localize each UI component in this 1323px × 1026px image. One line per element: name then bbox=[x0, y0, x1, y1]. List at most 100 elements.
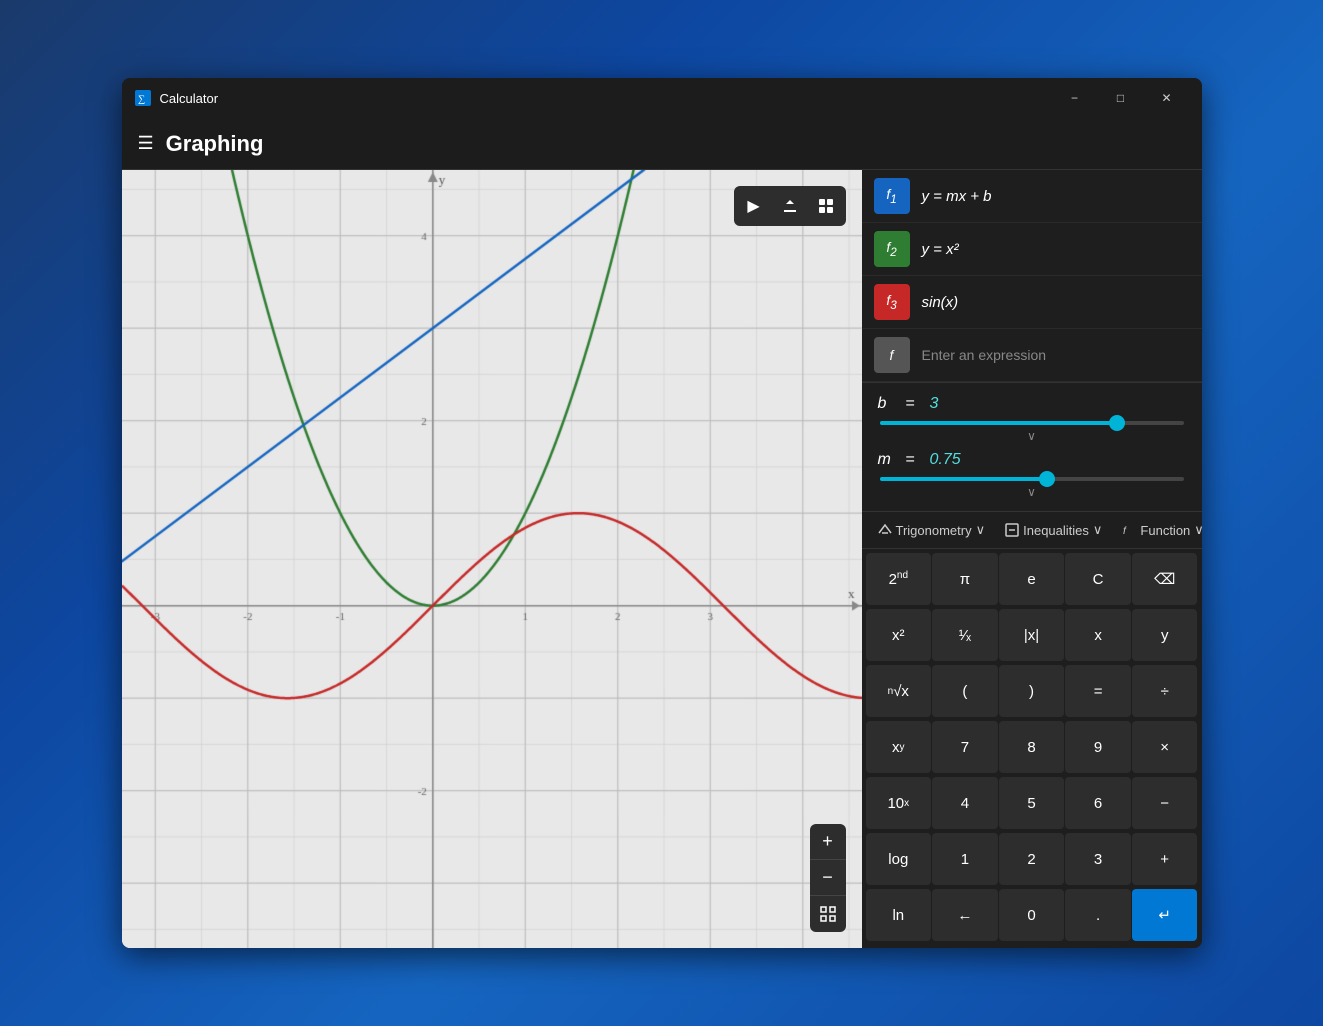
function-item-3[interactable]: f3 sin(x) bbox=[862, 276, 1202, 329]
tab-trigonometry[interactable]: Trigonometry ∨ bbox=[870, 518, 994, 542]
app-header: ☰ Graphing bbox=[122, 118, 1202, 170]
slider-m-thumb[interactable] bbox=[1039, 471, 1055, 487]
keypad-grid: 2nd π e C ⌫ x² ¹⁄ₓ |x| x y n√x ( ) = ÷ x… bbox=[862, 549, 1202, 948]
tab-inequalities-label: Inequalities bbox=[1023, 523, 1089, 538]
var-b-value: 3 bbox=[930, 395, 970, 413]
key-subtract[interactable]: − bbox=[1132, 777, 1198, 829]
graph-canvas[interactable] bbox=[122, 170, 862, 948]
main-content: ▶ + − bbox=[122, 170, 1202, 948]
function-badge-1: f1 bbox=[874, 178, 910, 214]
key-rparen[interactable]: ) bbox=[999, 665, 1065, 717]
key-nthroot[interactable]: n√x bbox=[866, 665, 932, 717]
key-enter[interactable]: ↵ bbox=[1132, 889, 1198, 941]
functions-list: f1 y = mx + b f2 y = x² f3 sin(x) bbox=[862, 170, 1202, 383]
cursor-tool-button[interactable]: ▶ bbox=[738, 190, 770, 222]
var-m-equals: = bbox=[906, 451, 922, 469]
key-left[interactable]: ← bbox=[932, 889, 998, 941]
key-clear[interactable]: C bbox=[1065, 553, 1131, 605]
function-expr-3: sin(x) bbox=[922, 294, 959, 311]
app-icon: ∑ bbox=[134, 89, 152, 107]
tab-trigonometry-chevron: ∨ bbox=[976, 522, 986, 538]
key-e[interactable]: e bbox=[999, 553, 1065, 605]
zoom-controls: + − bbox=[810, 824, 846, 932]
zoom-in-button[interactable]: + bbox=[810, 824, 846, 860]
function-badge-enter: f bbox=[874, 337, 910, 373]
share-tool-button[interactable] bbox=[774, 190, 806, 222]
function-item-2[interactable]: f2 y = x² bbox=[862, 223, 1202, 276]
tab-inequalities-chevron: ∨ bbox=[1093, 522, 1103, 538]
graph-area: ▶ + − bbox=[122, 170, 862, 948]
page-title: Graphing bbox=[166, 131, 264, 157]
hamburger-icon[interactable]: ☰ bbox=[138, 133, 154, 154]
tab-trigonometry-label: Trigonometry bbox=[896, 523, 972, 538]
key-2nd[interactable]: 2nd bbox=[866, 553, 932, 605]
key-log[interactable]: log bbox=[866, 833, 932, 885]
variable-b-row: b = 3 bbox=[878, 395, 1186, 413]
slider-b-container[interactable] bbox=[878, 421, 1186, 425]
key-lparen[interactable]: ( bbox=[932, 665, 998, 717]
function-expr-1: y = mx + b bbox=[922, 188, 992, 205]
key-reciprocal[interactable]: ¹⁄ₓ bbox=[932, 609, 998, 661]
slider-b-chevron[interactable]: ∨ bbox=[878, 429, 1186, 443]
window-controls: − □ ✕ bbox=[1052, 82, 1190, 114]
right-panel: f1 y = mx + b f2 y = x² f3 sin(x) bbox=[862, 170, 1202, 948]
function-item-enter[interactable]: f Enter an expression bbox=[862, 329, 1202, 382]
key-0[interactable]: 0 bbox=[999, 889, 1065, 941]
key-2[interactable]: 2 bbox=[999, 833, 1065, 885]
variables-section: b = 3 ∨ m = 0.75 bbox=[862, 383, 1202, 512]
main-window: ∑ Calculator − □ ✕ ☰ Graphing ▶ bbox=[122, 78, 1202, 948]
tab-function-label: Function bbox=[1140, 523, 1190, 538]
slider-m-container[interactable] bbox=[878, 477, 1186, 481]
svg-text:f: f bbox=[1123, 526, 1127, 537]
key-multiply[interactable]: × bbox=[1132, 721, 1198, 773]
var-m-value: 0.75 bbox=[930, 451, 970, 469]
var-m-label: m bbox=[878, 451, 898, 469]
key-8[interactable]: 8 bbox=[999, 721, 1065, 773]
key-4[interactable]: 4 bbox=[932, 777, 998, 829]
window-title: Calculator bbox=[160, 91, 1052, 106]
slider-m-chevron[interactable]: ∨ bbox=[878, 485, 1186, 499]
key-7[interactable]: 7 bbox=[932, 721, 998, 773]
key-backspace[interactable]: ⌫ bbox=[1132, 553, 1198, 605]
key-y[interactable]: y bbox=[1132, 609, 1198, 661]
fit-button[interactable] bbox=[810, 896, 846, 932]
function-item-1[interactable]: f1 y = mx + b bbox=[862, 170, 1202, 223]
minimize-button[interactable]: − bbox=[1052, 82, 1098, 114]
tab-function[interactable]: f Function ∨ bbox=[1114, 518, 1201, 542]
close-button[interactable]: ✕ bbox=[1144, 82, 1190, 114]
var-b-label: b bbox=[878, 395, 898, 413]
key-abs[interactable]: |x| bbox=[999, 609, 1065, 661]
key-3[interactable]: 3 bbox=[1065, 833, 1131, 885]
key-1[interactable]: 1 bbox=[932, 833, 998, 885]
key-ln[interactable]: ln bbox=[866, 889, 932, 941]
key-x[interactable]: x bbox=[1065, 609, 1131, 661]
svg-text:∑: ∑ bbox=[138, 94, 145, 105]
key-10x[interactable]: 10x bbox=[866, 777, 932, 829]
function-expr-2: y = x² bbox=[922, 241, 959, 258]
keypad-section: Trigonometry ∨ Inequalities ∨ f bbox=[862, 512, 1202, 948]
slider-b-fill bbox=[880, 421, 1117, 425]
slider-m-fill bbox=[880, 477, 1047, 481]
key-5[interactable]: 5 bbox=[999, 777, 1065, 829]
key-6[interactable]: 6 bbox=[1065, 777, 1131, 829]
key-pi[interactable]: π bbox=[932, 553, 998, 605]
key-add[interactable]: + bbox=[1132, 833, 1198, 885]
key-xpowy[interactable]: xy bbox=[866, 721, 932, 773]
key-equals[interactable]: = bbox=[1065, 665, 1131, 717]
function-badge-2: f2 bbox=[874, 231, 910, 267]
var-b-equals: = bbox=[906, 395, 922, 413]
key-xsquared[interactable]: x² bbox=[866, 609, 932, 661]
function-badge-3: f3 bbox=[874, 284, 910, 320]
settings-tool-button[interactable] bbox=[810, 190, 842, 222]
tab-inequalities[interactable]: Inequalities ∨ bbox=[997, 518, 1110, 542]
tab-function-chevron: ∨ bbox=[1194, 522, 1201, 538]
variable-m-row: m = 0.75 bbox=[878, 451, 1186, 469]
slider-b-track bbox=[880, 421, 1184, 425]
titlebar: ∑ Calculator − □ ✕ bbox=[122, 78, 1202, 118]
key-decimal[interactable]: . bbox=[1065, 889, 1131, 941]
key-divide[interactable]: ÷ bbox=[1132, 665, 1198, 717]
maximize-button[interactable]: □ bbox=[1098, 82, 1144, 114]
zoom-out-button[interactable]: − bbox=[810, 860, 846, 896]
key-9[interactable]: 9 bbox=[1065, 721, 1131, 773]
slider-b-thumb[interactable] bbox=[1109, 415, 1125, 431]
